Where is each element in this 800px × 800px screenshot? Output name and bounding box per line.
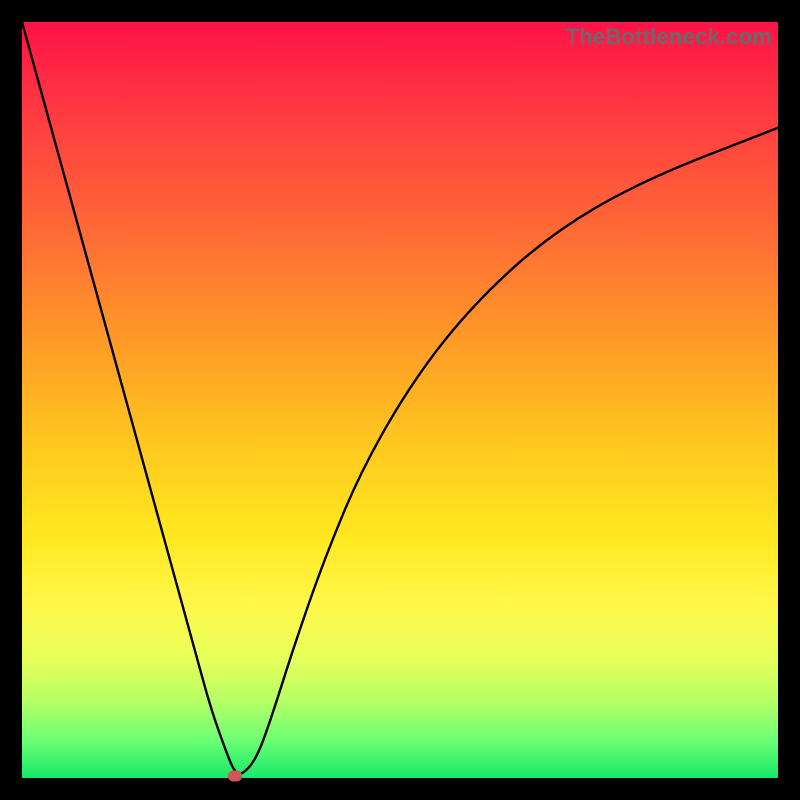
chart-curve-svg <box>22 22 778 778</box>
chart-plot-area: TheBottleneck.com <box>22 22 778 778</box>
chart-frame: TheBottleneck.com <box>0 0 800 800</box>
chart-min-marker <box>228 771 242 782</box>
chart-curve-path <box>22 22 778 774</box>
